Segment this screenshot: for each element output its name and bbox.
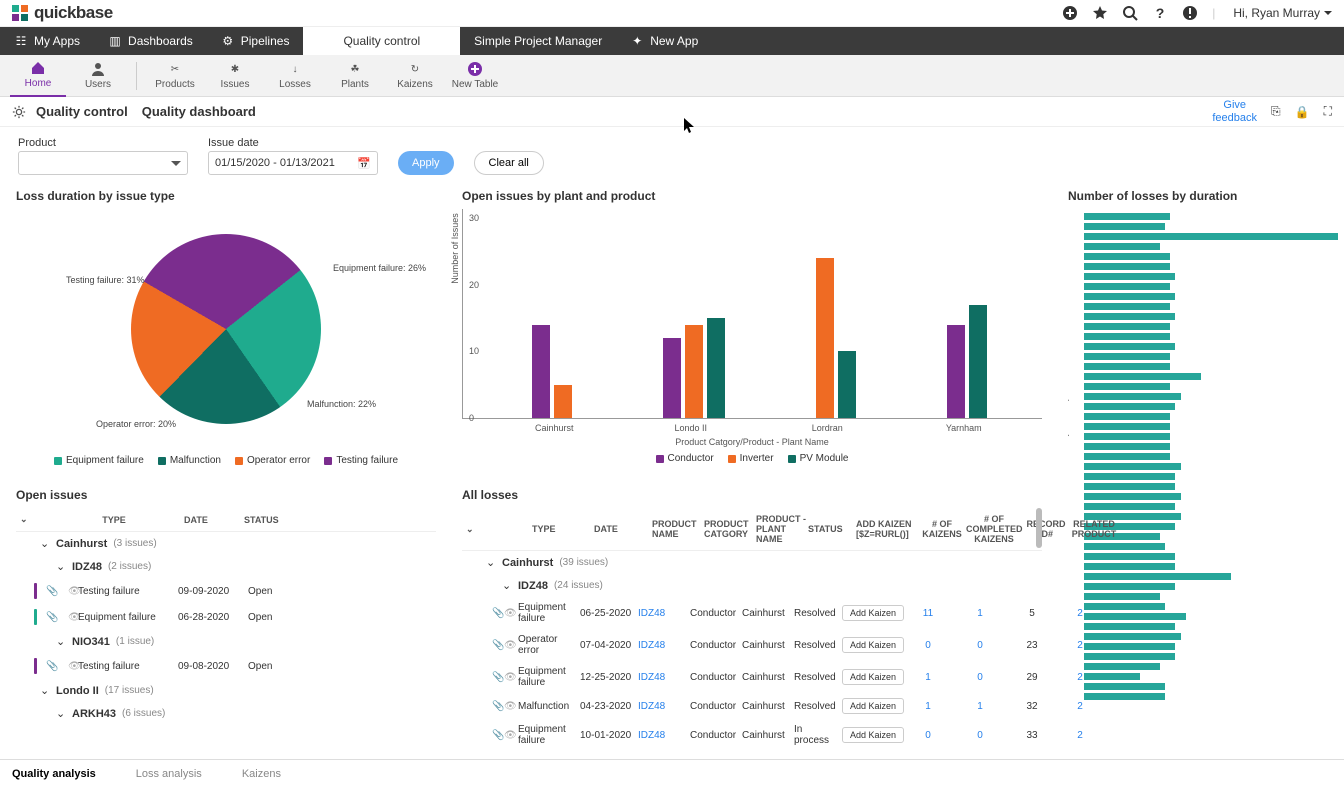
lock-icon[interactable]: 🔒 xyxy=(1295,105,1310,119)
add-kaizen-button[interactable]: Add Kaizen xyxy=(842,698,904,714)
issue-date-label: Issue date xyxy=(208,137,378,149)
subgroup-row[interactable]: ⌄NIO341 (1 issue) xyxy=(16,630,436,653)
tool-new-table[interactable]: New Table xyxy=(447,61,503,90)
tool-products[interactable]: ✂Products xyxy=(147,61,203,90)
star-icon[interactable] xyxy=(1092,5,1108,21)
group-row[interactable]: ⌄Cainhurst (39 issues) xyxy=(462,551,1042,574)
product-filter-label: Product xyxy=(18,137,188,149)
breadcrumb-app[interactable]: Quality control xyxy=(36,104,128,119)
group-row[interactable]: ⌄Londo II (17 issues) xyxy=(16,679,436,702)
bar-title: Open issues by plant and product xyxy=(462,189,1042,203)
search-icon[interactable] xyxy=(1122,5,1138,21)
issue-date-picker[interactable]: 01/15/2020 - 01/13/2021📅 xyxy=(208,151,378,175)
logo-icon xyxy=(12,5,28,21)
add-kaizen-button[interactable]: Add Kaizen xyxy=(842,669,904,685)
tool-users[interactable]: Users xyxy=(70,61,126,90)
bar-chart: Number of Issues 0102030 xyxy=(462,209,1042,419)
table-row[interactable]: 📎👁Equipment failure06-28-2020Open xyxy=(16,604,436,630)
open-issues-title: Open issues xyxy=(16,488,436,502)
breadcrumb-page: Quality dashboard xyxy=(142,104,256,119)
pie-chart xyxy=(131,234,321,424)
tab-kaizens[interactable]: Kaizens xyxy=(242,768,281,780)
add-kaizen-button[interactable]: Add Kaizen xyxy=(842,605,904,621)
add-kaizen-button[interactable]: Add Kaizen xyxy=(842,727,904,743)
nav-dashboards[interactable]: ▥Dashboards xyxy=(94,27,207,55)
chevron-down-icon[interactable]: ⌄ xyxy=(466,524,490,535)
gear-icon[interactable] xyxy=(12,105,26,119)
table-row[interactable]: 📎👁Testing failure09-08-2020Open xyxy=(16,653,436,679)
tab-quality-analysis[interactable]: Quality analysis xyxy=(12,768,96,780)
tool-issues[interactable]: ✱Issues xyxy=(207,61,263,90)
all-losses-card: All losses ⌄ TYPE DATE PRODUCT NAME PROD… xyxy=(452,480,1052,759)
subgroup-row[interactable]: ⌄IDZ48 (24 issues) xyxy=(462,574,1042,597)
subgroup-row[interactable]: ⌄ARKH43 (6 issues) xyxy=(16,702,436,725)
table-row[interactable]: 📎👁Equipment failure12-25-2020IDZ48Conduc… xyxy=(462,661,1042,693)
tool-kaizens[interactable]: ↻Kaizens xyxy=(387,61,443,90)
fullscreen-icon[interactable]: ⛶ xyxy=(1324,104,1332,119)
give-feedback-link[interactable]: Give feedback xyxy=(1212,99,1257,123)
chevron-down-icon[interactable]: ⌄ xyxy=(20,514,44,525)
table-row[interactable]: 📎👁Operator error07-04-2020IDZ48Conductor… xyxy=(462,629,1042,661)
table-row[interactable]: 📎👁Equipment failure06-25-2020IDZ48Conduc… xyxy=(462,597,1042,629)
hbar-title: Number of losses by duration xyxy=(1068,189,1338,203)
hbar-chart: Duration (seconds) xyxy=(1068,209,1338,729)
group-row[interactable]: ⌄Cainhurst (3 issues) xyxy=(16,532,436,555)
pie-legend: Equipment failureMalfunctionOperator err… xyxy=(16,455,436,466)
product-select[interactable] xyxy=(18,151,188,175)
tool-losses[interactable]: ↓Losses xyxy=(267,61,323,90)
bar-card: Open issues by plant and product Number … xyxy=(452,181,1052,474)
open-issues-card: Open issues ⌄ TYPE DATE STATUS ⌄Cainhurs… xyxy=(6,480,446,759)
tool-plants[interactable]: ☘Plants xyxy=(327,61,383,90)
table-row[interactable]: 📎👁Testing failure09-09-2020Open xyxy=(16,578,436,604)
subgroup-row[interactable]: ⌄IDZ48 (2 issues) xyxy=(16,555,436,578)
table-row[interactable]: 📎👁Malfunction04-23-2020IDZ48ConductorCai… xyxy=(462,693,1042,719)
nav-pipelines[interactable]: ⚙Pipelines xyxy=(207,27,304,55)
scroll-thumb[interactable] xyxy=(1036,508,1042,548)
brand-name: quickbase xyxy=(34,3,113,23)
add-kaizen-button[interactable]: Add Kaizen xyxy=(842,637,904,653)
nav-quality-control[interactable]: Quality control xyxy=(303,27,460,55)
add-icon[interactable] xyxy=(1062,5,1078,21)
clear-all-button[interactable]: Clear all xyxy=(474,151,544,175)
bar-legend: ConductorInverterPV Module xyxy=(462,453,1042,464)
tab-loss-analysis[interactable]: Loss analysis xyxy=(136,768,202,780)
all-losses-title: All losses xyxy=(462,488,1042,502)
calendar-icon: 📅 xyxy=(357,157,371,170)
apply-button[interactable]: Apply xyxy=(398,151,454,175)
share-icon[interactable]: ⎘ xyxy=(1271,104,1281,119)
nav-new-app[interactable]: ✦New App xyxy=(616,27,712,55)
tool-home[interactable]: Home xyxy=(10,55,66,97)
pie-title: Loss duration by issue type xyxy=(16,189,436,203)
nav-my-apps[interactable]: ☷My Apps xyxy=(0,27,94,55)
help-icon[interactable]: ? xyxy=(1152,5,1168,21)
nav-simple-pm[interactable]: Simple Project Manager xyxy=(460,27,616,55)
user-menu[interactable]: Hi, Ryan Murray xyxy=(1233,6,1332,20)
pie-card: Loss duration by issue type Equipment fa… xyxy=(6,181,446,474)
alert-icon[interactable] xyxy=(1182,5,1198,21)
svg-text:?: ? xyxy=(1156,5,1165,21)
table-row[interactable]: 📎👁Equipment failure10-01-2020IDZ48Conduc… xyxy=(462,719,1042,751)
